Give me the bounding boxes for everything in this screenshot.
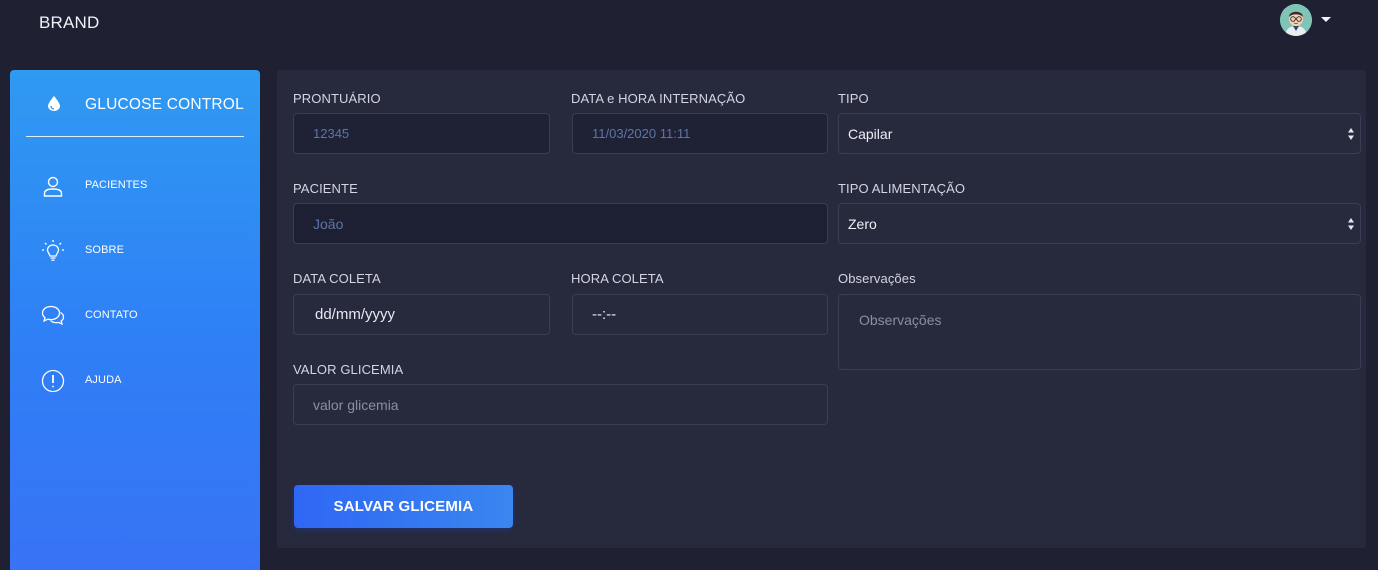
sidebar-item-label: PACIENTES bbox=[85, 179, 148, 191]
tipo-alimentacao-select[interactable]: Zero bbox=[838, 203, 1361, 244]
sidebar: GLUCOSE CONTROL PACIENTES SOBRE CONTATO bbox=[10, 70, 260, 570]
select-arrows-icon bbox=[1348, 128, 1354, 140]
caret-down-icon[interactable] bbox=[1321, 16, 1331, 22]
valor-glicemia-input[interactable]: valor glicemia bbox=[293, 384, 828, 425]
sidebar-item-label: CONTATO bbox=[85, 309, 138, 321]
tipo-label: TIPO bbox=[838, 91, 869, 106]
valor-glicemia-placeholder: valor glicemia bbox=[313, 396, 399, 413]
prontuario-field: 12345 bbox=[293, 113, 550, 154]
tipo-selected-value: Capilar bbox=[848, 125, 893, 142]
chat-bubbles-icon bbox=[41, 305, 65, 326]
lightbulb-icon bbox=[42, 240, 64, 261]
hora-coleta-label: HORA COLETA bbox=[571, 271, 664, 286]
observacoes-textarea[interactable]: Observações bbox=[838, 294, 1361, 370]
user-avatar-icon[interactable] bbox=[1280, 4, 1312, 36]
sidebar-item-label: AJUDA bbox=[85, 374, 122, 386]
sidebar-item-pacientes[interactable]: PACIENTES bbox=[10, 164, 260, 208]
tipo-alimentacao-selected-value: Zero bbox=[848, 215, 877, 232]
brand-logo[interactable]: BRAND bbox=[39, 13, 100, 33]
tipo-alimentacao-label: TIPO ALIMENTAÇÃO bbox=[838, 181, 966, 196]
data-coleta-input[interactable]: dd/mm/yyyy bbox=[293, 294, 550, 335]
data-coleta-value: dd/mm/yyyy bbox=[315, 306, 396, 323]
paciente-field: João bbox=[293, 203, 828, 244]
hora-coleta-value: --:-- bbox=[592, 306, 617, 323]
sidebar-item-ajuda[interactable]: AJUDA bbox=[10, 359, 260, 403]
user-menu[interactable] bbox=[1280, 4, 1332, 36]
observacoes-label: Observações bbox=[838, 271, 916, 286]
salvar-glicemia-button[interactable]: SALVAR GLICEMIA bbox=[294, 485, 513, 528]
select-arrows-icon bbox=[1348, 218, 1354, 230]
data-internacao-label: DATA e HORA INTERNAÇÃO bbox=[571, 91, 746, 106]
sidebar-header: GLUCOSE CONTROL bbox=[26, 70, 244, 137]
prontuario-label: PRONTUÁRIO bbox=[293, 91, 381, 106]
sidebar-item-contato[interactable]: CONTATO bbox=[10, 294, 260, 338]
data-coleta-label: DATA COLETA bbox=[293, 271, 381, 286]
paciente-value: João bbox=[313, 215, 344, 232]
top-bar: BRAND bbox=[0, 0, 1378, 56]
tipo-select[interactable]: Capilar bbox=[838, 113, 1361, 154]
data-internacao-field: 11/03/2020 11:11 bbox=[572, 113, 828, 154]
observacoes-placeholder: Observações bbox=[859, 312, 942, 328]
hora-coleta-input[interactable]: --:-- bbox=[572, 294, 828, 335]
exclamation-circle-icon bbox=[41, 369, 65, 393]
prontuario-value: 12345 bbox=[313, 126, 350, 141]
drop-icon bbox=[48, 96, 60, 111]
data-internacao-value: 11/03/2020 11:11 bbox=[592, 126, 691, 141]
paciente-label: PACIENTE bbox=[293, 181, 358, 196]
user-icon bbox=[43, 176, 63, 197]
sidebar-item-sobre[interactable]: SOBRE bbox=[10, 229, 260, 273]
sidebar-item-label: SOBRE bbox=[85, 244, 125, 256]
sidebar-title[interactable]: GLUCOSE CONTROL bbox=[85, 96, 244, 114]
valor-glicemia-label: VALOR GLICEMIA bbox=[293, 362, 404, 377]
